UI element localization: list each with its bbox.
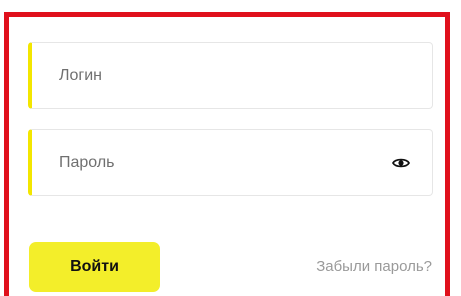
forgot-password-link[interactable]: Забыли пароль?: [316, 258, 432, 275]
password-input[interactable]: [32, 130, 432, 195]
eye-icon: [392, 158, 410, 168]
password-field[interactable]: [28, 129, 433, 196]
show-password-eye-icon[interactable]: [390, 152, 412, 174]
login-field[interactable]: [28, 42, 433, 109]
login-form-container: Войти Забыли пароль?: [4, 12, 450, 296]
login-button[interactable]: Войти: [29, 242, 160, 292]
login-input[interactable]: [32, 43, 432, 108]
